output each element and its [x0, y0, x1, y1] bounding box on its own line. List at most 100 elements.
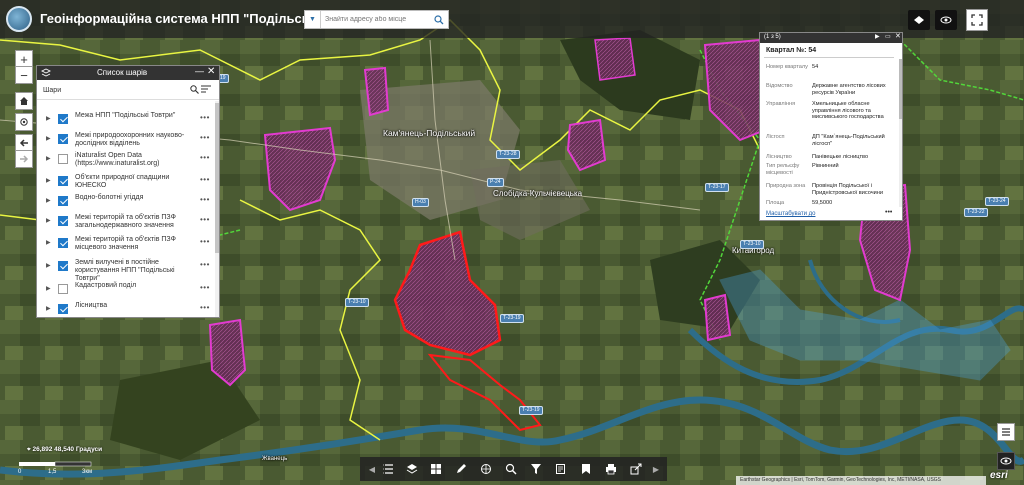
field-value: Хмельницьке обласне управління лісового …	[812, 101, 884, 120]
layer-visibility-checkbox[interactable]	[58, 114, 68, 124]
next-extent-button[interactable]	[15, 150, 33, 168]
layer-visibility-checkbox[interactable]	[58, 238, 68, 248]
bookmark-icon	[582, 464, 590, 474]
layer-row[interactable]: ▶ Землі вилучені в постійне користування …	[37, 257, 215, 282]
scale-label: 1,5	[48, 469, 57, 475]
close-icon[interactable]: ✕	[207, 66, 215, 77]
expand-arrow-icon[interactable]: ▶	[46, 197, 51, 204]
maximize-icon[interactable]: ▭	[885, 33, 891, 40]
toolbar-prev-button[interactable]: ◀	[364, 461, 380, 477]
layer-visibility-checkbox[interactable]	[58, 134, 68, 144]
locate-button[interactable]	[15, 113, 33, 131]
layer-visibility-checkbox[interactable]	[58, 176, 68, 186]
legend-button[interactable]	[997, 423, 1015, 441]
chevron-down-icon: ▼	[309, 16, 316, 23]
layers-tool-button[interactable]	[404, 461, 420, 477]
popup-scrollbar[interactable]	[899, 59, 902, 207]
zoom-to-link[interactable]: Масштабувати до	[766, 211, 815, 217]
more-options-icon[interactable]: •••	[200, 260, 210, 269]
more-options-icon[interactable]: •••	[200, 303, 210, 312]
home-button[interactable]	[15, 92, 33, 110]
more-options-icon[interactable]: •••	[200, 215, 210, 224]
map-attribution: Earthstar Geographics | Esri, TomTom, Ga…	[736, 476, 986, 485]
more-options-icon[interactable]: •••	[200, 237, 210, 246]
close-icon[interactable]: ✕	[895, 32, 901, 40]
more-options-icon[interactable]: •••	[200, 175, 210, 184]
zoom-out-button[interactable]: −	[15, 66, 33, 84]
toolbar-next-button[interactable]: ▶	[648, 461, 664, 477]
scrollbar-thumb[interactable]	[215, 103, 219, 253]
search-widget[interactable]: ▼	[304, 10, 449, 29]
basemap-gallery-button[interactable]	[428, 461, 444, 477]
layer-visibility-checkbox[interactable]	[58, 154, 68, 164]
expand-arrow-icon[interactable]: ▶	[46, 239, 51, 246]
field-value: Рівнинний	[812, 163, 839, 169]
layer-visibility-checkbox[interactable]	[58, 261, 68, 271]
layer-row[interactable]: ▶ Об'єкти природної спадщини ЮНЕСКО •••	[37, 172, 215, 192]
field-name: Управління	[766, 101, 796, 107]
more-options-icon[interactable]: •••	[200, 195, 210, 204]
expand-arrow-icon[interactable]: ▶	[46, 217, 51, 224]
layer-list-scrollbar[interactable]	[215, 101, 219, 317]
layer-label: Кадастровий поділ	[75, 282, 137, 289]
layer-row[interactable]: ▶ Межі територій та об'єктів ПЗФ загально…	[37, 212, 215, 232]
layer-visibility-checkbox[interactable]	[58, 196, 68, 206]
fullscreen-button[interactable]	[966, 9, 988, 31]
analysis-tool-button[interactable]	[478, 461, 494, 477]
bookmarks-button[interactable]	[578, 461, 594, 477]
filter-list-icon[interactable]	[201, 85, 211, 94]
pencil-icon	[457, 464, 466, 473]
road-shield: Т-23-19	[519, 406, 543, 415]
layer-row[interactable]: ▶ Межа НПП "Подільські Товтри" •••	[37, 110, 215, 130]
filter-tool-button[interactable]	[528, 461, 544, 477]
more-options-icon[interactable]: •••	[200, 133, 210, 142]
more-actions-icon[interactable]: •••	[885, 209, 892, 216]
more-options-icon[interactable]: •••	[200, 283, 210, 292]
search-source-dropdown[interactable]: ▼	[305, 11, 321, 28]
expand-arrow-icon[interactable]: ▶	[46, 177, 51, 184]
layer-row[interactable]: ▶ Водно-болотні угіддя •••	[37, 192, 215, 212]
field-name: Відомство	[766, 83, 793, 89]
expand-arrow-icon[interactable]: ▶	[46, 115, 51, 122]
layer-row[interactable]: ▶ Межі територій та об'єктів ПЗФ місцевог…	[37, 234, 215, 254]
draw-tool-button[interactable]	[453, 461, 469, 477]
locate-icon	[20, 118, 28, 126]
park-logo	[6, 6, 32, 32]
layer-row[interactable]: ▶ Кадастровий поділ •••	[37, 280, 215, 300]
layer-visibility-checkbox[interactable]	[58, 284, 68, 294]
scale-label: 3км	[82, 469, 92, 475]
more-options-icon[interactable]: •••	[200, 113, 210, 122]
layer-row[interactable]: ▶ iNaturalist Open Data (https://www.inat…	[37, 150, 215, 170]
expand-arrow-icon[interactable]: ▶	[46, 155, 51, 162]
search-icon[interactable]	[190, 85, 199, 94]
measure-button[interactable]	[908, 10, 930, 30]
overview-button[interactable]	[997, 452, 1015, 470]
next-feature-icon[interactable]: ▶	[875, 33, 880, 40]
layer-row[interactable]: ▶ Межі природоохоронних науково-дослідних…	[37, 130, 215, 150]
search-button[interactable]	[430, 11, 448, 28]
layer-row[interactable]: ▶ Лісництва •••	[37, 300, 215, 320]
feature-popup: (1 з 5) ▶ ▭ ✕ Квартал №: 54 Номер кварта…	[759, 32, 903, 221]
expand-arrow-icon[interactable]: ▶	[46, 135, 51, 142]
list-tool-button[interactable]	[380, 461, 396, 477]
expand-arrow-icon[interactable]: ▶	[46, 305, 51, 312]
share-button[interactable]	[628, 461, 644, 477]
layer-visibility-checkbox[interactable]	[58, 216, 68, 226]
edit-tool-button[interactable]	[553, 461, 569, 477]
road-shield: Т-23-24	[985, 197, 1009, 206]
print-icon	[606, 464, 616, 475]
more-options-icon[interactable]: •••	[200, 153, 210, 162]
layer-visibility-checkbox[interactable]	[58, 304, 68, 314]
layer-label: iNaturalist Open Data (https://www.inatu…	[75, 152, 160, 167]
layer-panel-title: Список шарів	[97, 68, 148, 77]
scrollbar-thumb[interactable]	[899, 59, 902, 119]
print-button[interactable]	[603, 461, 619, 477]
expand-arrow-icon[interactable]: ▶	[46, 262, 51, 269]
query-tool-button[interactable]	[503, 461, 519, 477]
minimize-icon[interactable]: —	[195, 66, 204, 76]
expand-arrow-icon[interactable]: ▶	[46, 285, 51, 292]
search-input[interactable]	[321, 12, 430, 27]
minus-icon: −	[20, 67, 28, 83]
about-button[interactable]	[935, 10, 957, 30]
layers-icon	[406, 464, 418, 474]
